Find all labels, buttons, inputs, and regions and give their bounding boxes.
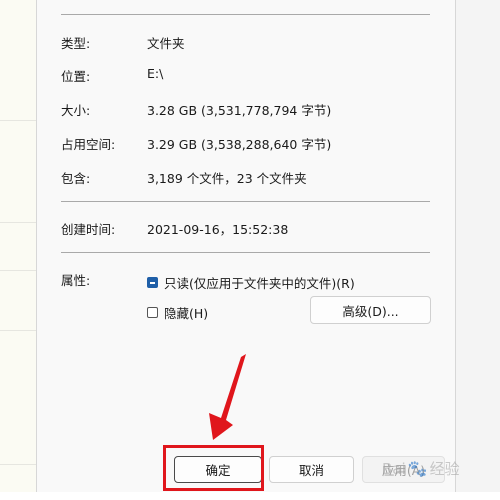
background-divider [0,120,36,121]
created-label: 创建时间: [61,222,116,237]
background-divider [0,222,36,223]
baidu-watermark: Bai 🐾 经验 [382,458,460,479]
hidden-checkbox-row[interactable]: 隐藏(H) [147,303,208,322]
watermark-text-left: Bai [382,459,406,478]
watermark-text-right: 经验 [429,460,460,478]
hidden-checkbox[interactable] [147,307,158,318]
size-label: 大小: [61,103,91,118]
contains-value: 3,189 个文件，23 个文件夹 [147,171,307,186]
background-window-left [0,0,36,500]
contains-label: 包含: [61,171,91,186]
location-label: 位置: [61,69,91,84]
background-divider [0,330,36,331]
location-value: E:\ [147,66,164,81]
size-on-disk-label: 占用空间: [61,137,116,152]
size-value: 3.28 GB (3,531,778,794 字节) [147,103,332,118]
type-value: 文件夹 [147,36,185,51]
separator [61,14,430,15]
separator [61,201,430,202]
readonly-checkbox[interactable] [147,277,158,288]
background-divider [0,464,36,465]
advanced-button[interactable]: 高级(D)... [310,296,431,324]
readonly-checkbox-label: 只读(仅应用于文件夹中的文件)(R) [164,276,355,291]
background-divider [0,270,36,271]
cancel-button[interactable]: 取消 [269,456,354,483]
properties-dialog: 类型: 文件夹 位置: E:\ 大小: 3.28 GB (3,531,778,7… [36,0,456,492]
paw-icon: 🐾 [407,459,428,478]
background-window-right [456,0,500,500]
created-value: 2021-09-16，15:52:38 [147,222,289,237]
size-on-disk-value: 3.29 GB (3,538,288,640 字节) [147,137,332,152]
attributes-label: 属性: [61,273,91,288]
readonly-checkbox-row[interactable]: 只读(仅应用于文件夹中的文件)(R) [147,273,355,292]
background-window-bottom [0,492,500,500]
separator [61,252,430,253]
type-label: 类型: [61,36,91,51]
highlight-box [163,445,264,491]
hidden-checkbox-label: 隐藏(H) [164,306,209,321]
